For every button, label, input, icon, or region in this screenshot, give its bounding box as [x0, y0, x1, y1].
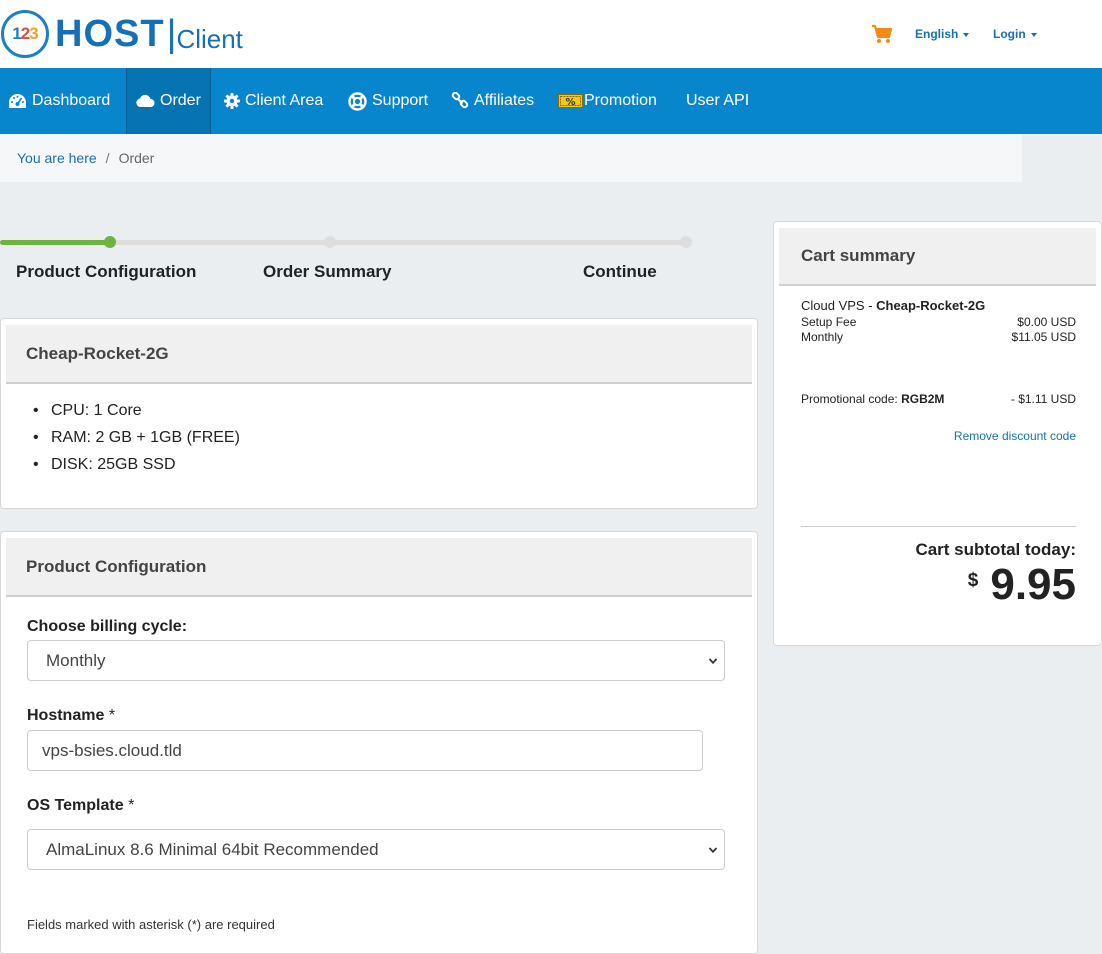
hostname-value: vps-bsies.cloud.tld	[42, 740, 182, 760]
order-progress-fill	[0, 240, 111, 245]
login-dropdown[interactable]: Login	[993, 27, 1037, 41]
billing-cycle-label: Choose billing cycle:	[27, 618, 188, 635]
remove-discount-link[interactable]: Remove discount code	[954, 429, 1076, 443]
hostname-label: Hostname *	[27, 707, 115, 725]
required-fields-note: Fields marked with asterisk (*) are requ…	[27, 917, 275, 932]
nav-item-dashboard[interactable]: Dashboard	[8, 68, 110, 134]
required-marker: *	[108, 707, 116, 724]
setup-fee-label: Setup Fee	[801, 315, 857, 329]
percent-ticket-icon: %	[558, 94, 583, 108]
gear-icon	[224, 93, 240, 109]
nav-item-user-api[interactable]: User API	[686, 68, 749, 134]
cart-subtotal-label: Cart subtotal today:	[915, 540, 1076, 559]
nav-item-support[interactable]: Support	[348, 68, 428, 134]
progress-dot-step-3	[680, 236, 692, 248]
configuration-title: Product Configuration	[6, 538, 752, 597]
logo-host-text: HOST	[55, 12, 165, 55]
required-marker: *	[128, 797, 135, 814]
logo-digit-1: 1	[12, 24, 22, 43]
caret-down-icon	[963, 32, 970, 37]
product-panel: Cheap-Rocket-2G CPU: 1 Core RAM: 2 GB + …	[0, 318, 758, 509]
breadcrumb-separator: /	[105, 150, 110, 166]
nav-item-promotion[interactable]: % Promotion	[558, 68, 657, 134]
order-progress-bar	[0, 236, 692, 248]
subtotal-value: 9.95	[990, 560, 1076, 609]
lifebuoy-icon	[348, 91, 367, 111]
logo-badge: 123	[1, 10, 49, 58]
os-template-label-text: OS Template	[27, 797, 124, 814]
product-configuration-panel: Product Configuration Choose billing cyc…	[0, 531, 758, 954]
cart-line-monthly: Monthly $11.05 USD	[801, 330, 1076, 344]
feature-ram: RAM: 2 GB + 1GB (FREE)	[33, 424, 240, 451]
chevron-down-icon	[708, 658, 718, 665]
breadcrumb-root-link[interactable]: You are here	[17, 150, 97, 166]
cart-summary-title: Cart summary	[779, 228, 1096, 286]
feature-cpu: CPU: 1 Core	[33, 397, 240, 424]
language-dropdown[interactable]: English	[915, 27, 970, 41]
billing-cycle-select[interactable]: Monthly	[27, 640, 725, 681]
promo-code: RGB2M	[901, 392, 945, 406]
logo[interactable]: 123 HOST | Client	[1, 10, 243, 58]
hostname-input[interactable]: vps-bsies.cloud.tld	[27, 730, 703, 771]
cart-product-group: Cloud VPS -	[801, 298, 877, 313]
shopping-cart-icon[interactable]	[871, 24, 893, 44]
promo-label-text: Promotional code:	[801, 392, 902, 406]
chevron-down-icon	[708, 847, 718, 854]
main-nav: Dashboard Order Client Area Support Affi…	[0, 68, 1102, 134]
step-product-configuration: Product Configuration	[16, 262, 197, 281]
nav-item-client-area[interactable]: Client Area	[224, 68, 323, 134]
monthly-label: Monthly	[801, 330, 844, 344]
promo-label: Promotional code: RGB2M	[801, 392, 944, 406]
step-continue: Continue	[583, 262, 657, 281]
nav-label-user-api: User API	[686, 92, 750, 109]
nav-label-client-area: Client Area	[245, 92, 324, 109]
cart-line-setup-fee: Setup Fee $0.00 USD	[801, 315, 1076, 329]
nav-label-promotion: Promotion	[584, 92, 657, 109]
billing-cycle-value: Monthly	[46, 650, 106, 670]
link-icon	[451, 92, 469, 109]
progress-dot-step-2	[324, 236, 336, 248]
breadcrumb-current: Order	[118, 150, 155, 166]
breadcrumb: You are here / Order	[0, 134, 1022, 182]
setup-fee-value: $0.00 USD	[1017, 315, 1076, 329]
logo-digit-3: 3	[29, 24, 39, 43]
language-label: English	[915, 27, 959, 41]
cart-product: Cloud VPS - Cheap-Rocket-2G	[801, 298, 985, 313]
svg-text:%: %	[565, 97, 575, 108]
caret-down-icon	[1030, 32, 1037, 37]
os-template-value: AlmaLinux 8.6 Minimal 64bit Recommended	[46, 839, 379, 859]
progress-dot-step-1	[104, 236, 116, 248]
logo-client-text: Client	[176, 23, 243, 54]
nav-label-order: Order	[160, 92, 201, 109]
nav-label-support: Support	[372, 92, 429, 109]
os-template-label: OS Template *	[27, 797, 134, 815]
os-template-select[interactable]: AlmaLinux 8.6 Minimal 64bit Recommended	[27, 829, 725, 870]
site-header: 123 HOST | Client English Login	[0, 0, 1102, 68]
cart-subtotal-amount: $ 9.95	[968, 560, 1076, 610]
cloud-icon	[136, 94, 155, 107]
step-order-summary: Order Summary	[263, 262, 392, 281]
monthly-value: $11.05 USD	[1011, 330, 1076, 344]
tachometer-icon	[9, 93, 26, 108]
nav-item-order[interactable]: Order	[126, 68, 211, 134]
nav-label-affiliates: Affiliates	[474, 92, 535, 109]
subtotal-currency: $	[967, 570, 979, 591]
nav-label-dashboard: Dashboard	[32, 92, 111, 109]
product-title: Cheap-Rocket-2G	[6, 325, 752, 384]
feature-disk: DISK: 25GB SSD	[33, 451, 240, 478]
nav-item-affiliates[interactable]: Affiliates	[451, 68, 534, 134]
promo-value: - $1.11 USD	[1010, 392, 1076, 406]
login-label: Login	[993, 27, 1026, 41]
cart-product-name: Cheap-Rocket-2G	[876, 298, 986, 313]
cart-divider	[801, 526, 1076, 527]
hostname-label-text: Hostname	[27, 707, 105, 724]
product-features: CPU: 1 Core RAM: 2 GB + 1GB (FREE) DISK:…	[33, 397, 240, 478]
cart-line-promo: Promotional code: RGB2M - $1.11 USD	[801, 392, 1076, 406]
logo-digit-2: 2	[20, 24, 31, 43]
logo-separator: |	[166, 12, 177, 55]
cart-summary-panel: Cart summary Cloud VPS - Cheap-Rocket-2G…	[773, 221, 1102, 646]
